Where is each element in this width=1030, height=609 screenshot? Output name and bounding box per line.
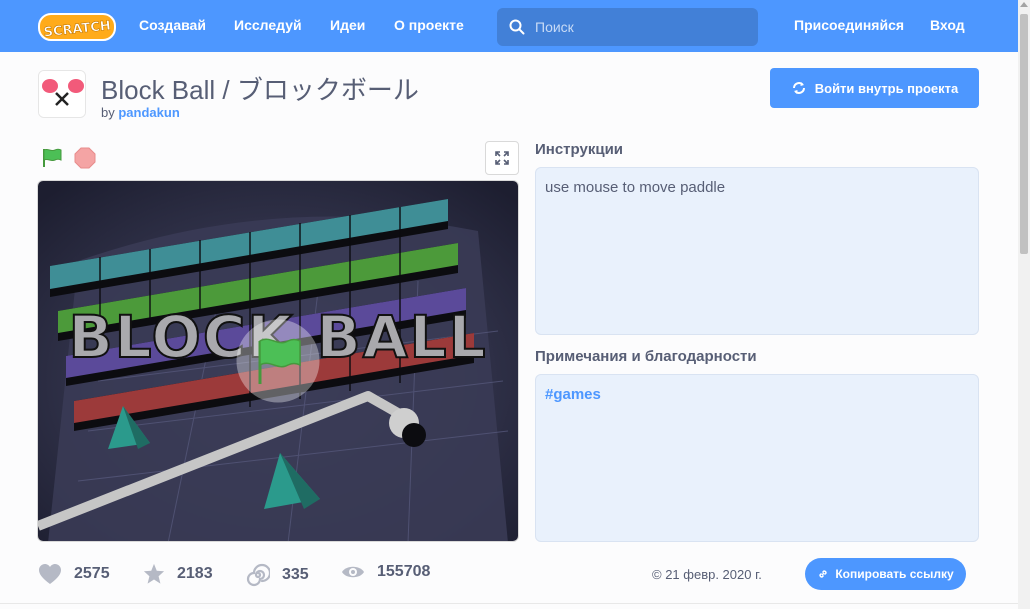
project-stage[interactable]: BLOCK BALL [37, 180, 519, 542]
search-input[interactable] [535, 19, 735, 35]
scratch-logo[interactable]: SCRATCH [38, 12, 116, 42]
green-flag-icon [43, 148, 62, 167]
copy-link-button[interactable]: Копировать ссылку [805, 558, 966, 590]
remix-arrows-icon [792, 82, 805, 94]
search-icon [509, 19, 525, 35]
see-inside-label: Войти внутрь проекта [814, 80, 959, 96]
join-link[interactable]: Присоединяйся [794, 17, 904, 33]
copy-link-label: Копировать ссылку [835, 567, 954, 581]
search-box [497, 8, 758, 46]
remixes-stat: 335 [246, 563, 309, 587]
heart-icon [39, 564, 61, 584]
top-navbar: SCRATCH Создавай Исследуй Идеи О проекте… [0, 0, 1018, 52]
games-hashtag-link[interactable]: #games [545, 386, 601, 403]
nav-create[interactable]: Создавай [139, 17, 206, 33]
scroll-up-arrow-icon[interactable] [1020, 2, 1028, 7]
instructions-panel: use mouse to move paddle [535, 167, 979, 335]
page-scrollbar[interactable] [1018, 0, 1030, 609]
loves-count: 2575 [74, 565, 110, 582]
author-avatar[interactable] [38, 70, 86, 118]
fullscreen-button[interactable] [485, 141, 519, 175]
bottom-divider [0, 603, 1018, 604]
signin-link[interactable]: Вход [930, 17, 965, 33]
play-overlay-button[interactable] [236, 319, 320, 403]
share-date: © 21 февр. 2020 г. [652, 567, 762, 582]
by-prefix: by [101, 105, 115, 120]
link-icon [819, 570, 828, 578]
views-stat: 155708 [341, 563, 430, 581]
fullscreen-expand-icon [495, 151, 509, 165]
loves-stat[interactable]: 2575 [38, 563, 110, 585]
instructions-label: Инструкции [535, 141, 624, 158]
scroll-thumb[interactable] [1020, 14, 1028, 254]
views-count: 155708 [377, 563, 431, 580]
author-byline: by pandakun [101, 105, 180, 120]
stop-button[interactable] [74, 147, 96, 174]
stop-sign-icon [74, 147, 96, 169]
see-inside-button[interactable]: Войти внутрь проекта [770, 68, 979, 108]
green-flag-button[interactable] [40, 146, 64, 175]
favorites-stat[interactable]: 2183 [143, 563, 213, 585]
favorites-count: 2183 [177, 565, 213, 582]
remix-spiral-icon [246, 563, 270, 587]
notes-panel: #games [535, 374, 979, 542]
eye-icon [342, 566, 364, 578]
instructions-text: use mouse to move paddle [545, 179, 726, 196]
star-icon [143, 563, 165, 584]
notes-label: Примечания и благодарности [535, 348, 757, 365]
nav-ideas[interactable]: Идеи [330, 17, 365, 33]
remixes-count: 335 [282, 566, 309, 583]
nav-about[interactable]: О проекте [394, 17, 464, 33]
author-link[interactable]: pandakun [118, 105, 179, 120]
nav-explore[interactable]: Исследуй [234, 17, 302, 33]
project-title: Block Ball / ブロックボール [101, 75, 419, 105]
